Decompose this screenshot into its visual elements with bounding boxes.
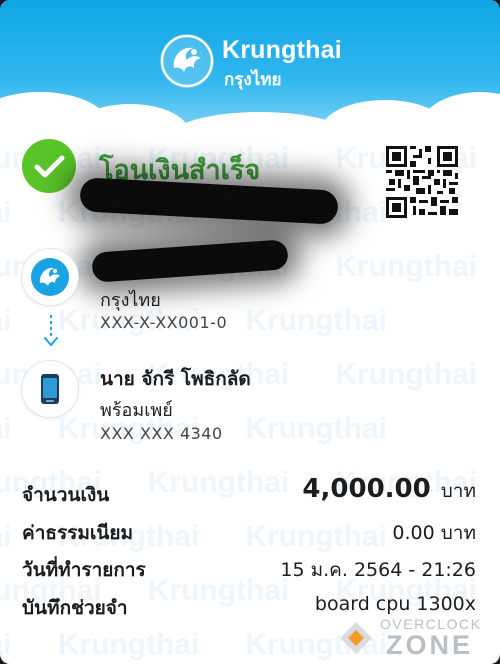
memo-label: บันทึกช่วยจำ [22, 597, 128, 619]
date-label: วันที่ทำรายการ [22, 559, 146, 581]
slip-content: โอนเงินสำเร็จ กรุงไทย XXX-X-XX001-0 นาย … [0, 0, 500, 664]
diamond-icon [340, 622, 372, 654]
zone-text: ZONE [386, 630, 474, 660]
arrow-down-icon [44, 313, 58, 349]
redaction-scribble [91, 239, 289, 283]
redaction-scribble [79, 177, 339, 225]
check-circle-icon [22, 139, 76, 193]
memo-value: board cpu 1300x [314, 593, 476, 615]
amount-label: จำนวนเงิน [22, 484, 110, 506]
overclock-zone-logo: OVERCLOCK ZONE [338, 614, 498, 662]
amount-unit: บาท [440, 480, 476, 502]
date-value: 15 ม.ค. 2564 - 21:26 [280, 559, 476, 581]
receiver-name: นาย จักรี โพธิกลัด [100, 368, 251, 390]
transfer-slip: Krungthai กรุงไทย KrungthaiKrungthaiKrun… [0, 0, 500, 664]
fee-value: 0.00 บาท [392, 522, 476, 544]
sender-bank-name: กรุงไทย [100, 290, 161, 311]
sender-account-number: XXX-X-XX001-0 [100, 313, 228, 332]
amount-value: 4,000.00 [302, 474, 431, 504]
krungthai-bank-icon [22, 249, 78, 305]
mobile-phone-icon [22, 361, 78, 417]
receiver-account-number: XXX XXX 4340 [100, 424, 223, 443]
qr-code-icon [386, 146, 458, 218]
receiver-service: พร้อมเพย์ [100, 400, 173, 421]
fee-label: ค่าธรรมเนียม [22, 522, 134, 544]
amount-value-row: 4,000.00 บาท [302, 474, 476, 506]
